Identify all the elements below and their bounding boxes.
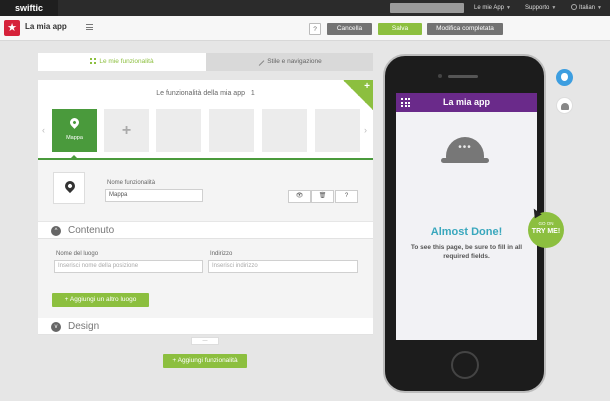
scroll-left-arrow[interactable]: ‹ [42,125,45,135]
feature-tile-map[interactable]: Mappa [52,109,97,152]
empty-feature-slot [209,109,254,152]
place-name-label: Nome del luogo [56,251,99,257]
star-icon: ★ [7,22,17,34]
hard-hat-brim [441,158,489,163]
support-label: Supporto [525,5,550,11]
hamburger-menu-icon[interactable] [86,24,93,30]
feature-detail-panel: Nome funzionalità Mappa 👁 🗑 ? [38,160,373,221]
tab-style-navigation[interactable]: Stile e navigazione [206,53,373,71]
add-feature-button[interactable]: + Aggiungi funzionalità [163,354,247,368]
help-button[interactable]: ? [309,23,321,35]
features-count: 1 [250,90,255,97]
phone-speaker [448,75,478,78]
selected-feature-pointer [70,155,78,159]
hard-hat-dots: ••• [458,142,472,153]
content-section-body: Nome del luogo Inserisci nome della posi… [38,239,373,318]
chevron-down-icon: ▼ [551,5,557,11]
feature-help-button[interactable]: ? [335,190,358,203]
globe-icon [571,4,577,10]
feature-name-input[interactable]: Mappa [105,189,203,202]
phone-home-button [451,351,479,379]
add-feature-corner[interactable]: + [343,80,373,110]
map-pin-icon [62,178,78,194]
plus-icon: + [364,81,370,92]
tab-my-features[interactable]: Le mie funzionalità [38,53,206,71]
add-another-place-button[interactable]: + Aggiungi un altro luogo [52,293,149,307]
plus-icon: + [121,122,132,139]
hard-hat-icon: ••• [441,137,489,167]
phone-screen[interactable]: La mia app ••• Almost Done! To see this … [396,93,537,340]
my-apps-label: Le mie App [474,5,505,11]
section-title: Contenuto [68,225,115,236]
finish-editing-button[interactable]: Modifica completata [427,23,503,35]
preview-app-header: La mia app [396,93,537,112]
content-section-header[interactable]: ^ Contenuto [38,222,373,239]
design-section-header[interactable]: v Design [38,318,373,335]
trash-icon: 🗑 [318,193,327,199]
top-bar: swiftic Le mie App ▼ Supporto ▼ Italian ▼ [0,0,610,16]
editor-tabs: Le mie funzionalità Stile e navigazione [38,53,373,71]
tab-label: Le mie funzionalità [99,58,154,65]
apple-icon [561,73,568,81]
scroll-right-arrow[interactable]: › [364,125,367,135]
try-me-small-text: GO ON [538,221,554,226]
feature-name-label: Nome funzionalità [107,180,156,186]
help-icon: ? [344,193,349,199]
delete-feature-button[interactable]: 🗑 [311,190,334,203]
collapse-icon: ^ [51,226,61,236]
empty-feature-slot [262,109,307,152]
feature-icon-picker[interactable] [53,172,85,204]
almost-done-message: To see this page, be sure to fill in all… [410,244,523,260]
chevron-down-icon: ▼ [506,5,511,11]
app-name: La mia app [25,22,67,31]
expand-icon: v [51,322,61,332]
language-label: Italian [579,5,596,11]
support-menu[interactable]: Supporto ▼ [525,0,556,16]
empty-feature-slot [156,109,201,152]
almost-done-heading: Almost Done! [430,226,503,238]
my-apps-menu[interactable]: Le mie App ▼ [474,0,511,16]
section-title: Design [68,321,100,332]
chevron-down-icon: ▼ [597,5,602,11]
preview-feature-button[interactable]: 👁 [288,190,311,203]
swiftic-logo[interactable]: swiftic [0,0,58,16]
grid-icon [90,58,97,64]
features-title: Le funzionalità della mia app 1 [38,90,373,97]
place-name-input[interactable]: Inserisci nome della posizione [54,260,203,273]
address-input[interactable]: Inserisci indirizzo [208,260,358,273]
tab-label: Stile e navigazione [267,58,322,65]
phone-preview: La mia app ••• Almost Done! To see this … [383,54,546,393]
try-me-big-text: TRY ME! [531,228,561,235]
empty-feature-slot [315,109,360,152]
save-button[interactable]: Salva [378,23,422,35]
add-feature-tile[interactable]: + [104,109,149,152]
cancel-button[interactable]: Cancella [327,23,372,35]
android-icon [561,103,569,110]
editor-header: ★ La mia app ? Cancella Salva Modifica c… [0,16,610,41]
language-menu[interactable]: Italian ▼ [571,0,602,16]
feature-tile-label: Mappa [66,135,83,141]
android-preview-button[interactable] [556,97,573,114]
camera-dot [438,74,442,78]
brush-icon [256,58,265,66]
map-pin-icon [68,116,81,129]
app-icon[interactable]: ★ [4,20,20,36]
features-title-text: Le funzionalità della mia app [156,90,245,97]
preview-app-title: La mia app [442,97,490,107]
collapse-tab[interactable]: — [191,337,219,345]
features-panel: Le funzionalità della mia app 1 + ‹ › Ma… [38,80,373,160]
ios-preview-button[interactable] [556,69,573,86]
eye-icon: 👁 [295,193,304,199]
address-label: Indirizzo [210,251,233,257]
account-name-field[interactable] [390,3,464,13]
